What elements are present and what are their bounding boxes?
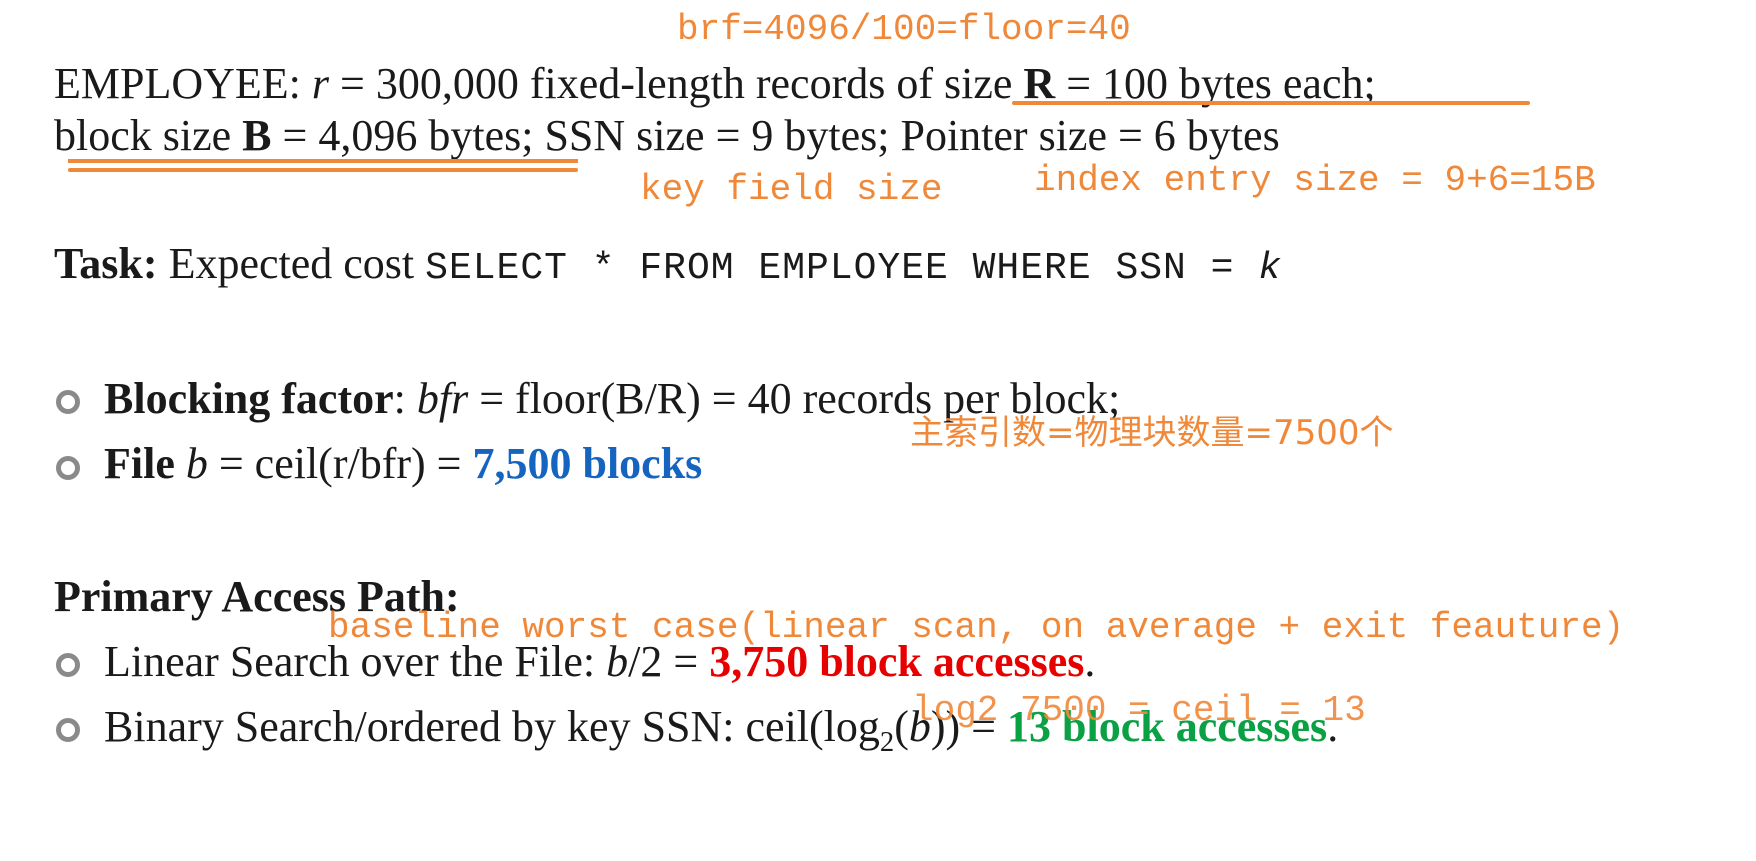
- annotation-index-entry: index entry size = 9+6=15B: [1034, 160, 1596, 201]
- annotation-brf: brf=4096/100=floor=40: [677, 9, 1131, 50]
- linear-result: 3,750 block accesses: [709, 637, 1085, 686]
- sql-query: SELECT * FROM EMPLOYEE WHERE SSN =: [425, 247, 1259, 290]
- bullet-blocking-icon: [56, 390, 80, 414]
- annotation-log2: log2 7500 = ceil = 13: [912, 690, 1366, 731]
- task-label: Task:: [54, 239, 158, 288]
- linear-div: /2 =: [628, 637, 710, 686]
- linear-period: .: [1084, 637, 1096, 686]
- bullet-file-icon: [56, 456, 80, 480]
- annotation-primary-index: 主索引数=物理块数量=7500个: [910, 413, 1394, 453]
- file-result: 7,500 blocks: [472, 439, 703, 488]
- binary-text: Binary Search/ordered by key SSN: ceil(l…: [104, 702, 880, 751]
- binary-paren: (: [894, 702, 909, 751]
- bullet-binary-icon: [56, 718, 80, 742]
- var-k: k: [1258, 247, 1283, 290]
- file-line: File b = ceil(r/bfr) = 7,500 blocks: [104, 442, 702, 486]
- highlight-block-size-under: [68, 168, 578, 172]
- block-size-prefix: block size: [54, 111, 243, 160]
- block-size-text: = 4,096 bytes; SSN size = 9 bytes; Point…: [271, 111, 1280, 160]
- var-r: r: [311, 59, 330, 108]
- var-B: B: [242, 111, 272, 160]
- linear-search-line: Linear Search over the File: b/2 = 3,750…: [104, 640, 1095, 684]
- file-formula: = ceil(r/bfr) =: [207, 439, 473, 488]
- task-text: Expected cost: [157, 239, 426, 288]
- bullet-linear-icon: [56, 653, 80, 677]
- records-text: = 300,000 fixed-length records of size: [329, 59, 1024, 108]
- linear-text: Linear Search over the File:: [104, 637, 607, 686]
- blocking-colon: :: [393, 374, 417, 423]
- log-base: 2: [879, 727, 895, 758]
- annotation-key-field: key field size: [640, 169, 943, 210]
- employee-prefix: EMPLOYEE:: [54, 59, 312, 108]
- blocking-factor-label: Blocking factor: [104, 374, 394, 423]
- block-size-line: block size B = 4,096 bytes; SSN size = 9…: [54, 114, 1280, 158]
- file-label: File: [104, 439, 175, 488]
- var-b: b: [185, 439, 208, 488]
- task-line: Task: Expected cost SELECT * FROM EMPLOY…: [54, 242, 1282, 288]
- highlight-record-size: [1012, 101, 1530, 105]
- employee-line: EMPLOYEE: r = 300,000 fixed-length recor…: [54, 62, 1376, 106]
- linear-var-b: b: [606, 637, 629, 686]
- var-bfr: bfr: [416, 374, 469, 423]
